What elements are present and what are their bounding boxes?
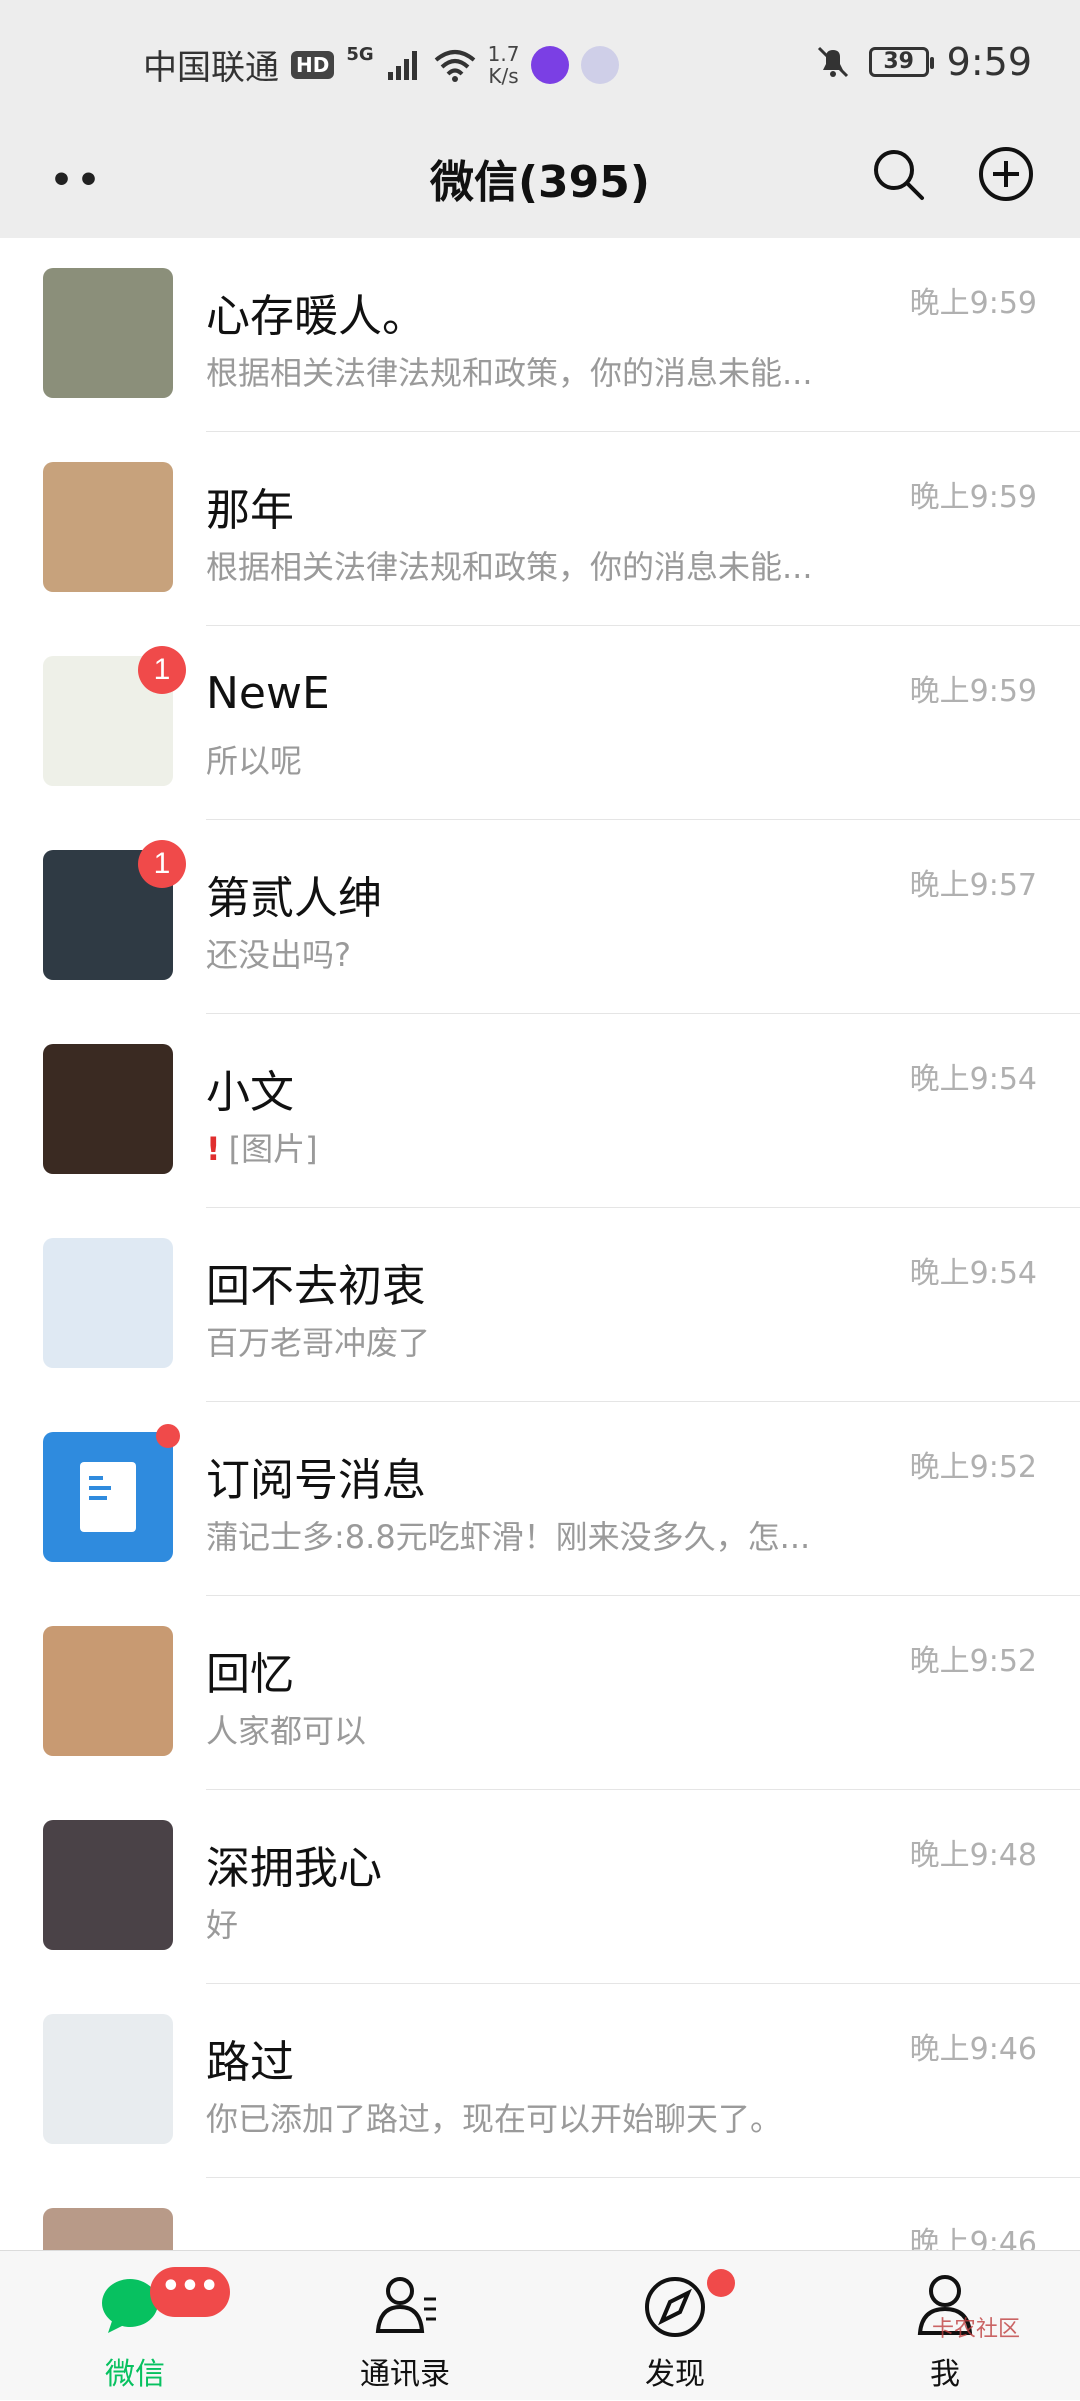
chat-name: NewE <box>206 668 330 719</box>
battery-indicator: 39 <box>868 47 934 77</box>
avatar[interactable] <box>43 268 173 398</box>
tab-unread-dot <box>707 2269 735 2297</box>
tab-chats[interactable]: ••• 微信 <box>0 2251 270 2401</box>
chat-time: 晚上9:54 <box>909 1256 1037 1291</box>
chat-name: 小文 <box>206 1067 294 1118</box>
chat-name: 回不去初衷 <box>206 1261 426 1312</box>
network-speed: 1.7 K/s <box>488 43 520 87</box>
status-right: 39 9:59 <box>815 40 1032 84</box>
watermark-logo: 卡农社区 <box>931 2317 1020 2342</box>
search-icon[interactable] <box>868 144 928 204</box>
chat-item-6[interactable]: 订阅号消息 蒲记士多:8.8元吃虾滑！刚来没多久，怎... 晚上9:52 <box>0 1402 1080 1596</box>
chat-name: 那年 <box>206 485 294 536</box>
bottom-tab-bar: ••• 微信 通讯录 发现 我 卡农社区 <box>0 2250 1080 2400</box>
speed-value: 1.7 <box>487 41 520 66</box>
chat-item-0[interactable]: 心存暖人。 根据相关法律法规和政策，你的消息未能... 晚上9:59 <box>0 238 1080 432</box>
tab-label: 我 <box>930 2357 960 2392</box>
avatar[interactable] <box>43 462 173 592</box>
chat-item-2[interactable]: 1 NewE 所以呢 晚上9:59 <box>0 626 1080 820</box>
avatar[interactable] <box>43 2208 173 2250</box>
chat-time: 晚上9:59 <box>909 674 1037 709</box>
mute-bell-icon <box>817 46 848 78</box>
chat-name: 回忆 <box>206 1649 294 1700</box>
chat-preview: ! [图片] <box>206 1124 906 1170</box>
tab-label: 微信 <box>105 2357 165 2392</box>
tab-label: 通讯录 <box>360 2357 450 2392</box>
carrier-name: 中国联通 <box>143 48 279 88</box>
chat-time: 晚上9:52 <box>909 1450 1037 1485</box>
subscription-avatar[interactable] <box>43 1432 173 1562</box>
avatar[interactable] <box>43 1044 173 1174</box>
wechat-notification-icon <box>581 45 620 84</box>
chat-preview: 人家都可以 <box>206 1712 367 1750</box>
avatar[interactable] <box>43 1820 173 1950</box>
network-type: 5G <box>346 44 374 65</box>
chat-time: 晚上9:57 <box>909 868 1037 903</box>
unread-badge: 1 <box>138 840 186 888</box>
clock: 9:59 <box>946 40 1032 84</box>
avatar[interactable] <box>43 1626 173 1756</box>
chat-name: 深拥我心 <box>206 1843 382 1894</box>
chat-name: 第贰人绅 <box>206 873 382 924</box>
chat-item-10[interactable]: 晚上9:46 <box>0 2178 1080 2250</box>
tab-discover[interactable]: 发现 <box>540 2251 810 2401</box>
chat-item-4[interactable]: 小文 ! [图片] 晚上9:54 <box>0 1014 1080 1208</box>
speed-unit: K/s <box>488 63 519 88</box>
chat-item-9[interactable]: 路过 你已添加了路过，现在可以开始聊天了。 晚上9:46 <box>0 1984 1080 2178</box>
contacts-icon <box>375 2277 436 2333</box>
send-failed-icon: ! <box>206 1130 221 1168</box>
chat-preview: 你已添加了路过，现在可以开始聊天了。 <box>206 2100 783 2138</box>
chat-item-7[interactable]: 回忆 人家都可以 晚上9:52 <box>0 1596 1080 1790</box>
chat-name: 路过 <box>206 2037 294 2088</box>
chat-time: 晚上9:46 <box>909 2032 1037 2067</box>
unread-dot <box>156 1424 180 1448</box>
chat-time: 晚上9:52 <box>909 1644 1037 1679</box>
chat-item-1[interactable]: 那年 根据相关法律法规和政策，你的消息未能... 晚上9:59 <box>0 432 1080 626</box>
chat-item-5[interactable]: 回不去初衷 百万老哥冲废了 晚上9:54 <box>0 1208 1080 1402</box>
status-bar: 中国联通 HD 5G 1.7 K/s 39 9:59 <box>0 0 1080 120</box>
status-left: 中国联通 HD 5G 1.7 K/s <box>143 40 620 89</box>
hd-icon: HD <box>291 50 335 79</box>
chat-time: 晚上9:59 <box>909 480 1037 515</box>
chat-time: 晚上9:46 <box>909 2226 1037 2250</box>
chat-preview: 百万老哥冲废了 <box>206 1324 431 1362</box>
tab-label: 发现 <box>645 2357 705 2392</box>
chat-item-3[interactable]: 1 第贰人绅 还没出吗? 晚上9:57 <box>0 820 1080 1014</box>
document-icon <box>80 1462 136 1532</box>
preview-text: [图片] <box>228 1130 318 1168</box>
app-notification-icon <box>531 45 570 84</box>
chat-time: 晚上9:59 <box>909 286 1037 321</box>
tab-badge: ••• <box>150 2267 230 2317</box>
unread-badge: 1 <box>138 646 186 694</box>
chat-list: 心存暖人。 根据相关法律法规和政策，你的消息未能... 晚上9:59 那年 根据… <box>0 238 1080 2250</box>
compass-icon <box>645 2277 705 2337</box>
chat-preview: 蒲记士多:8.8元吃虾滑！刚来没多久，怎... <box>206 1518 811 1556</box>
signal-icon <box>387 50 417 80</box>
avatar[interactable] <box>43 1238 173 1368</box>
wifi-icon <box>434 49 475 82</box>
add-icon[interactable] <box>976 144 1036 204</box>
chat-preview: 根据相关法律法规和政策，你的消息未能... <box>206 548 813 586</box>
avatar[interactable] <box>43 2014 173 2144</box>
chat-item-8[interactable]: 深拥我心 好 晚上9:48 <box>0 1790 1080 1984</box>
chat-preview: 还没出吗? <box>206 936 351 974</box>
app-header: •• 微信(395) <box>0 120 1080 238</box>
chat-preview: 所以呢 <box>206 742 303 780</box>
chat-time: 晚上9:54 <box>909 1062 1037 1097</box>
chat-preview: 好 <box>206 1906 239 1944</box>
chat-time: 晚上9:48 <box>909 1838 1037 1873</box>
chat-name: 心存暖人。 <box>206 291 426 342</box>
tab-contacts[interactable]: 通讯录 <box>270 2251 540 2401</box>
chat-preview: 根据相关法律法规和政策，你的消息未能... <box>206 354 813 392</box>
chat-name: 订阅号消息 <box>206 1455 426 1506</box>
tab-me[interactable]: 我 卡农社区 <box>810 2251 1080 2401</box>
